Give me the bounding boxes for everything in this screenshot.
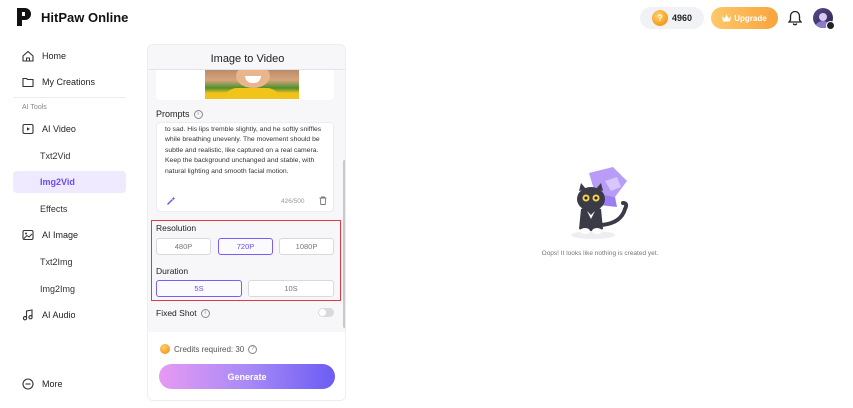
sidebar-item-label: AI Video [42, 124, 76, 134]
fixed-shot-toggle[interactable] [318, 308, 334, 317]
sidebar-section-label: AI Tools [22, 104, 47, 111]
folder-icon [22, 77, 34, 88]
sidebar-subitem-effects[interactable]: Effects [40, 204, 67, 214]
upgrade-label: Upgrade [734, 13, 767, 23]
info-icon[interactable]: i [193, 109, 203, 119]
sidebar-item-label: Home [42, 51, 67, 61]
fixed-shot-label: Fixed Shot [156, 308, 197, 318]
sidebar-item-ai-audio[interactable]: AI Audio [22, 306, 76, 324]
prompt-textarea[interactable]: to sad. His lips tremble slightly, and h… [156, 122, 334, 212]
notification-bell-icon[interactable] [788, 10, 802, 26]
coin-icon: ? [652, 10, 668, 26]
resolution-label: Resolution [156, 223, 197, 233]
sidebar-item-label: AI Image [42, 230, 79, 240]
sidebar-item-my-creations[interactable]: My Creations [22, 73, 95, 91]
sidebar-item-ai-video[interactable]: AI Video [22, 120, 76, 138]
sidebar-item-home[interactable]: Home [22, 47, 66, 65]
sidebar-subitem-img2img[interactable]: Img2Img [40, 284, 75, 294]
panel-title: Image to Video [210, 53, 285, 65]
help-icon[interactable]: ? [248, 344, 258, 354]
image-to-video-panel: Image to Video Prompts i to sad. His lip… [147, 44, 346, 401]
magic-wand-icon[interactable] [166, 196, 176, 206]
sidebar-item-label: My Creations [42, 77, 96, 87]
fixed-shot-heading: Fixed Shot i [156, 308, 210, 318]
credits-required-text: Credits required: 30 [174, 344, 245, 354]
duration-label: Duration [156, 266, 189, 276]
music-note-icon [22, 309, 33, 321]
credits-value: 4960 [672, 13, 693, 23]
sidebar-item-label: AI Audio [42, 310, 76, 320]
info-icon[interactable]: i [200, 308, 210, 318]
empty-state-cat-illustration [571, 167, 629, 239]
sidebar-item-label: More [42, 379, 63, 389]
sidebar-divider [13, 97, 126, 98]
resolution-option-480p[interactable]: 480P [156, 238, 211, 255]
duration-option-10s[interactable]: 10S [248, 280, 334, 297]
sidebar-subitem-txt2vid[interactable]: Txt2Vid [40, 151, 70, 161]
prompts-label: Prompts [156, 109, 190, 119]
duration-option-5s[interactable]: 5S [156, 280, 242, 297]
resolution-option-720p[interactable]: 720P [218, 238, 273, 255]
uploaded-image-preview [205, 70, 299, 99]
avatar-badge [826, 21, 835, 30]
hitpaw-logo-icon [17, 8, 31, 26]
resolution-option-1080p[interactable]: 1080P [279, 238, 334, 255]
generate-button[interactable]: Generate [159, 364, 335, 389]
prompt-text[interactable]: to sad. His lips tremble slightly, and h… [165, 125, 330, 177]
brand-logo[interactable]: HitPaw Online [15, 6, 128, 28]
sidebar-subitem-img2vid[interactable]: Img2Vid [40, 177, 75, 187]
video-icon [22, 123, 34, 135]
image-icon [22, 229, 34, 241]
brand-name: HitPaw Online [41, 9, 129, 25]
coin-icon [160, 344, 170, 354]
more-icon [22, 378, 34, 390]
uploaded-image-card[interactable] [156, 70, 334, 100]
upgrade-button[interactable]: Upgrade [711, 7, 778, 29]
panel-footer: Credits required: 30 ? Generate [148, 332, 345, 400]
prompts-heading: Prompts i [156, 109, 203, 119]
sidebar-item-ai-image[interactable]: AI Image [22, 226, 78, 244]
sidebar-subitem-txt2img[interactable]: Txt2Img [40, 257, 73, 267]
credits-required: Credits required: 30 ? [160, 344, 258, 354]
empty-state-message: Oops! It looks like nothing is created y… [541, 250, 659, 257]
crown-icon [722, 14, 732, 22]
trash-icon[interactable] [319, 196, 327, 205]
app-root: HitPaw Online ? 4960 Upgrade Home My Cre… [0, 0, 853, 408]
panel-scrollbar[interactable] [343, 160, 345, 328]
home-icon [22, 50, 34, 62]
character-count: 426/500 [281, 198, 305, 205]
credits-balance[interactable]: ? 4960 [640, 7, 704, 29]
sidebar-item-more[interactable]: More [22, 375, 63, 393]
